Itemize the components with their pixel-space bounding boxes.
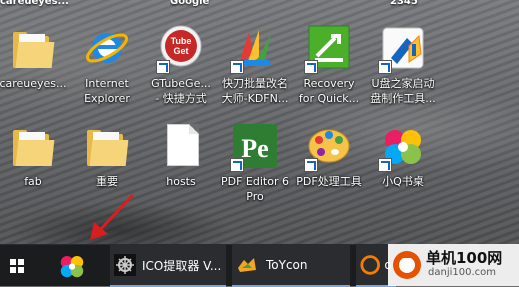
desktop-icon-gtubeget[interactable]: Tube Get GTubeGe... - 快捷方式 [144,24,218,130]
icon-label: Internet Explorer [84,77,130,105]
desktop-icon-kdfn[interactable]: 快刀批量改名 大师-KDFN... [218,24,292,130]
shortcut-arrow-icon [230,60,244,74]
icon-label: 重要 [96,175,118,188]
site-watermark: 单机100网 danji100.com [388,244,519,286]
svg-text:Tube: Tube [171,36,192,46]
file-icon [157,122,205,170]
folder-icon [9,122,57,170]
desktop-icon-usb-boot[interactable]: U盘之家启动 盘制作工具... [366,24,440,130]
internet-explorer-icon [83,24,131,72]
watermark-logo-icon [393,251,421,279]
desktop-icon-hosts[interactable]: hosts [144,122,218,228]
shortcut-arrow-icon [156,60,170,74]
desktop-icon-pdf-tool[interactable]: PDF处理工具 [292,122,366,228]
icon-label: hosts [166,175,196,188]
partial-icon-label: Google [170,0,210,7]
partial-icon-label: 2345 [390,0,418,7]
icon-label: GTubeGe... - 快捷方式 [151,77,211,105]
taskbar-item-ico-extractor[interactable]: ICO提取器 V... [110,245,226,287]
xiaoq-desk-icon [60,256,84,278]
taskbar-item-label: ICO提取器 V... [142,258,222,273]
svg-text:Pe: Pe [241,134,268,163]
shortcut-arrow-icon [230,158,244,172]
svg-text:Get: Get [173,46,188,56]
desktop-icon-internet-explorer[interactable]: Internet Explorer [70,24,144,130]
icon-label: PDF处理工具 [296,175,362,188]
desktop-icon-xiaoq[interactable]: 小Q书桌 [366,122,440,228]
taskbar-pinned-xiaoq[interactable] [50,245,94,287]
app-circle-icon [360,255,380,275]
desktop: careueyes... Google 2345 careueyes... In… [0,0,519,244]
shortcut-arrow-icon [378,158,392,172]
ico-extractor-icon [114,254,136,276]
desktop-icon-careueyes[interactable]: careueyes... [0,24,70,130]
icon-label: fab [24,175,42,188]
folder-icon [9,24,57,72]
taskbar-item-toycon[interactable]: ToYcon [232,245,350,287]
icon-label: 小Q书桌 [382,175,424,188]
icon-label: PDF Editor 6 Pro [221,175,289,203]
icon-label: careueyes... [0,77,67,90]
folder-icon [83,122,131,170]
icon-label: U盘之家启动 盘制作工具... [370,77,436,105]
shortcut-arrow-icon [378,60,392,74]
desktop-icon-recovery[interactable]: Recovery for Quick... [292,24,366,130]
desktop-icon-important[interactable]: 重要 [70,122,144,228]
watermark-title: 单机100网 [426,249,503,267]
watermark-url: danji100.com [428,267,496,278]
shortcut-arrow-icon [304,60,318,74]
shortcut-arrow-icon [304,158,318,172]
icon-label: 快刀批量改名 大师-KDFN... [221,77,289,105]
icon-label: Recovery for Quick... [298,77,360,105]
partial-icon-label: careueyes... [0,0,69,7]
desktop-icon-pdf-editor[interactable]: Pe PDF Editor 6 Pro [218,122,292,228]
desktop-icon-fab[interactable]: fab [0,122,70,228]
toycon-icon [238,258,256,272]
taskbar-item-label: ToYcon [266,258,308,272]
windows-start-icon [10,259,24,273]
start-button[interactable] [0,245,36,287]
